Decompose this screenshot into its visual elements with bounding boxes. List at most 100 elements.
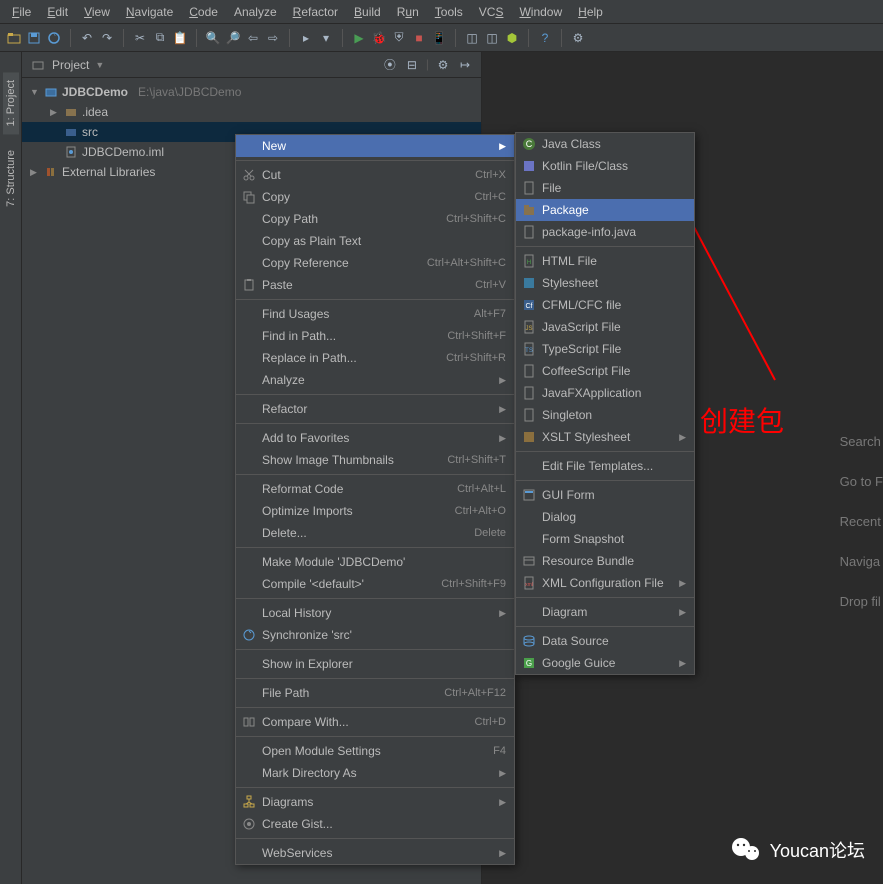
forward-icon[interactable]: ⇨: [265, 30, 281, 46]
context-item-create-gist-[interactable]: Create Gist...: [236, 813, 514, 835]
coverage-icon[interactable]: ⛨: [391, 30, 407, 46]
hide-icon[interactable]: ↦: [457, 57, 473, 73]
new-submenu-item-typescript-file[interactable]: TSTypeScript File: [516, 338, 694, 360]
android-icon[interactable]: ⬢: [504, 30, 520, 46]
context-item-new[interactable]: New▶: [236, 135, 514, 157]
expand-icon[interactable]: ▶: [50, 107, 60, 118]
context-item-optimize-imports[interactable]: Optimize ImportsCtrl+Alt+O: [236, 500, 514, 522]
menu-view[interactable]: View: [76, 3, 118, 21]
redo-icon[interactable]: ↷: [99, 30, 115, 46]
config-icon[interactable]: ▾: [318, 30, 334, 46]
new-submenu-item-google-guice[interactable]: GGoogle Guice▶: [516, 652, 694, 674]
replace-icon[interactable]: 🔎: [225, 30, 241, 46]
menu-build[interactable]: Build: [346, 3, 389, 21]
new-submenu-item-stylesheet[interactable]: Stylesheet: [516, 272, 694, 294]
copy-icon[interactable]: ⧉: [152, 30, 168, 46]
context-item-synchronize-src-[interactable]: Synchronize 'src': [236, 624, 514, 646]
scroll-to-icon[interactable]: ⦿: [382, 57, 398, 73]
context-item-copy[interactable]: CopyCtrl+C: [236, 186, 514, 208]
menu-refactor[interactable]: Refactor: [285, 3, 346, 21]
new-submenu-item-package-info-java[interactable]: package-info.java: [516, 221, 694, 243]
new-submenu-item-gui-form[interactable]: GUI Form: [516, 484, 694, 506]
back-icon[interactable]: ⇦: [245, 30, 261, 46]
new-submenu-item-xml-configuration-file[interactable]: xmlXML Configuration File▶: [516, 572, 694, 594]
make-icon[interactable]: ▸: [298, 30, 314, 46]
new-submenu-item-package[interactable]: Package: [516, 199, 694, 221]
paste-icon[interactable]: 📋: [172, 30, 188, 46]
new-submenu-item-coffeescript-file[interactable]: CoffeeScript File: [516, 360, 694, 382]
context-item-make-module-jdbcdemo-[interactable]: Make Module 'JDBCDemo': [236, 551, 514, 573]
context-item-copy-as-plain-text[interactable]: Copy as Plain Text: [236, 230, 514, 252]
new-submenu-item-edit-file-templates-[interactable]: Edit File Templates...: [516, 455, 694, 477]
context-item-replace-in-path-[interactable]: Replace in Path...Ctrl+Shift+R: [236, 347, 514, 369]
stop-icon[interactable]: ■: [411, 30, 427, 46]
new-submenu[interactable]: CJava ClassKotlin File/ClassFilePackagep…: [515, 132, 695, 675]
help-icon[interactable]: ?: [537, 30, 553, 46]
context-item-copy-path[interactable]: Copy PathCtrl+Shift+C: [236, 208, 514, 230]
context-item-add-to-favorites[interactable]: Add to Favorites▶: [236, 427, 514, 449]
extra-icon[interactable]: ⚙: [570, 30, 586, 46]
leftbar-structure[interactable]: 7: Structure: [3, 142, 19, 215]
debug-icon[interactable]: 🐞: [371, 30, 387, 46]
gear-icon[interactable]: ⚙: [435, 57, 451, 73]
new-submenu-item-javafxapplication[interactable]: JavaFXApplication: [516, 382, 694, 404]
collapse-icon[interactable]: ⊟: [404, 57, 420, 73]
context-item-local-history[interactable]: Local History▶: [236, 602, 514, 624]
new-submenu-item-resource-bundle[interactable]: Resource Bundle: [516, 550, 694, 572]
context-item-compile-default-[interactable]: Compile '<default>'Ctrl+Shift+F9: [236, 573, 514, 595]
new-submenu-item-dialog[interactable]: Dialog: [516, 506, 694, 528]
save-icon[interactable]: [26, 30, 42, 46]
undo-icon[interactable]: ↶: [79, 30, 95, 46]
new-submenu-item-xslt-stylesheet[interactable]: XSLT Stylesheet▶: [516, 426, 694, 448]
new-submenu-item-html-file[interactable]: HHTML File: [516, 250, 694, 272]
ps2-icon[interactable]: ◫: [484, 30, 500, 46]
tree-idea[interactable]: ▶ .idea: [22, 102, 481, 122]
menu-navigate[interactable]: Navigate: [118, 3, 181, 21]
context-item-copy-reference[interactable]: Copy ReferenceCtrl+Alt+Shift+C: [236, 252, 514, 274]
find-icon[interactable]: 🔍: [205, 30, 221, 46]
menu-help[interactable]: Help: [570, 3, 611, 21]
context-item-show-image-thumbnails[interactable]: Show Image ThumbnailsCtrl+Shift+T: [236, 449, 514, 471]
menu-code[interactable]: Code: [181, 3, 226, 21]
tree-root[interactable]: ▼ JDBCDemo E:\java\JDBCDemo: [22, 82, 481, 102]
context-item-webservices[interactable]: WebServices▶: [236, 842, 514, 864]
context-item-refactor[interactable]: Refactor▶: [236, 398, 514, 420]
new-submenu-item-javascript-file[interactable]: JSJavaScript File: [516, 316, 694, 338]
context-item-show-in-explorer[interactable]: Show in Explorer: [236, 653, 514, 675]
open-icon[interactable]: [6, 30, 22, 46]
run-icon[interactable]: ▶: [351, 30, 367, 46]
menu-edit[interactable]: Edit: [39, 3, 76, 21]
chevron-down-icon[interactable]: ▼: [95, 60, 104, 70]
cut-icon[interactable]: ✂: [132, 30, 148, 46]
context-item-analyze[interactable]: Analyze▶: [236, 369, 514, 391]
context-item-reformat-code[interactable]: Reformat CodeCtrl+Alt+L: [236, 478, 514, 500]
new-submenu-item-kotlin-file-class[interactable]: Kotlin File/Class: [516, 155, 694, 177]
new-submenu-item-cfml-cfc-file[interactable]: CfCFML/CFC file: [516, 294, 694, 316]
menu-tools[interactable]: Tools: [427, 3, 471, 21]
menu-file[interactable]: File: [4, 3, 39, 21]
menu-run[interactable]: Run: [389, 3, 427, 21]
new-submenu-item-form-snapshot[interactable]: Form Snapshot: [516, 528, 694, 550]
menu-window[interactable]: Window: [511, 3, 570, 21]
menu-analyze[interactable]: Analyze: [226, 3, 285, 21]
menu-vcs[interactable]: VCS: [471, 3, 512, 21]
new-submenu-item-file[interactable]: File: [516, 177, 694, 199]
context-item-compare-with-[interactable]: Compare With...Ctrl+D: [236, 711, 514, 733]
ps1-icon[interactable]: ◫: [464, 30, 480, 46]
context-menu[interactable]: New▶ CutCtrl+XCopyCtrl+CCopy PathCtrl+Shi…: [235, 134, 515, 865]
context-item-find-in-path-[interactable]: Find in Path...Ctrl+Shift+F: [236, 325, 514, 347]
expand-icon[interactable]: ▶: [30, 167, 40, 178]
new-submenu-item-diagram[interactable]: Diagram▶: [516, 601, 694, 623]
context-item-open-module-settings[interactable]: Open Module SettingsF4: [236, 740, 514, 762]
context-item-cut[interactable]: CutCtrl+X: [236, 164, 514, 186]
new-submenu-item-java-class[interactable]: CJava Class: [516, 133, 694, 155]
new-submenu-item-singleton[interactable]: Singleton: [516, 404, 694, 426]
context-item-paste[interactable]: PasteCtrl+V: [236, 274, 514, 296]
expand-icon[interactable]: ▼: [30, 87, 40, 97]
context-item-diagrams[interactable]: Diagrams▶: [236, 791, 514, 813]
context-item-find-usages[interactable]: Find UsagesAlt+F7: [236, 303, 514, 325]
context-item-delete-[interactable]: Delete...Delete: [236, 522, 514, 544]
new-submenu-item-data-source[interactable]: Data Source: [516, 630, 694, 652]
context-item-file-path[interactable]: File PathCtrl+Alt+F12: [236, 682, 514, 704]
context-item-mark-directory-as[interactable]: Mark Directory As▶: [236, 762, 514, 784]
